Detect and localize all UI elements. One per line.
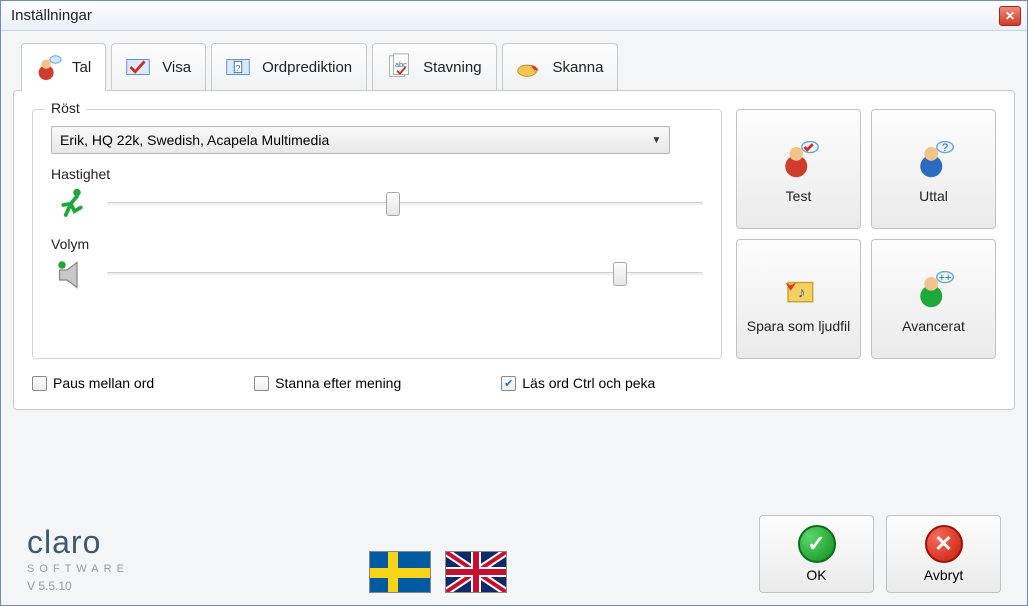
button-label: Avbryt <box>924 567 963 583</box>
prediction-icon: ? <box>222 51 254 83</box>
display-check-icon <box>122 51 154 83</box>
title-bar: Inställningar ✕ <box>1 1 1027 31</box>
cancel-x-icon: ✕ <box>925 525 963 563</box>
checkbox-row: Paus mellan ord Stanna efter mening ✔ Lä… <box>32 369 996 391</box>
checkbox-label: Stanna efter mening <box>275 375 401 391</box>
tab-visa[interactable]: Visa <box>111 43 206 91</box>
checkbox-icon <box>254 376 269 391</box>
button-label: Spara som ljudfil <box>747 318 851 334</box>
tab-label: Skanna <box>553 59 604 76</box>
button-label: Avancerat <box>902 318 965 334</box>
ok-button[interactable]: ✓ OK <box>759 515 874 593</box>
person-question-icon: ? <box>910 134 958 182</box>
voice-legend: Röst <box>45 100 86 116</box>
person-plus-icon: ++ <box>910 264 958 312</box>
spelling-icon: abc <box>383 51 415 83</box>
tab-label: Tal <box>72 59 91 76</box>
advanced-button[interactable]: ++ Avancerat <box>871 239 996 359</box>
checkbox-icon <box>32 376 47 391</box>
tab-panel: Tal Visa <box>13 43 1015 507</box>
button-label: Uttal <box>919 188 948 204</box>
flag-english[interactable] <box>445 551 507 593</box>
tab-skanna[interactable]: Skanna <box>502 43 619 91</box>
brand-sub: SOFTWARE <box>27 563 129 575</box>
speed-label: Hastighet <box>51 166 703 182</box>
read-ctrl-checkbox[interactable]: ✔ Läs ord Ctrl och peka <box>501 375 655 391</box>
volume-slider[interactable] <box>107 264 703 286</box>
tab-row: Tal Visa <box>13 43 1015 91</box>
save-audio-icon: ♪ <box>775 264 823 312</box>
side-buttons: Test ? Uttal <box>736 109 996 359</box>
close-button[interactable]: ✕ <box>999 6 1021 26</box>
uttal-button[interactable]: ? Uttal <box>871 109 996 229</box>
slider-thumb[interactable] <box>613 262 627 286</box>
brand-version: V 5.5.10 <box>27 579 129 593</box>
stop-sentence-checkbox[interactable]: Stanna efter mening <box>254 375 401 391</box>
button-label: OK <box>806 567 826 583</box>
checkbox-icon: ✔ <box>501 376 516 391</box>
pause-words-checkbox[interactable]: Paus mellan ord <box>32 375 154 391</box>
footer: claro SOFTWARE V 5.5.10 <box>13 507 1015 593</box>
svg-text:++: ++ <box>938 272 951 284</box>
close-icon: ✕ <box>1005 9 1015 23</box>
window-title: Inställningar <box>11 7 999 24</box>
voice-selected-value: Erik, HQ 22k, Swedish, Acapela Multimedi… <box>60 132 329 148</box>
settings-window: Inställningar ✕ Tal <box>0 0 1028 606</box>
volume-label: Volym <box>51 236 703 252</box>
test-button[interactable]: Test <box>736 109 861 229</box>
speech-person-icon <box>32 51 64 83</box>
button-label: Test <box>786 188 812 204</box>
person-check-icon <box>775 134 823 182</box>
content-area: Tal Visa <box>1 31 1027 605</box>
language-flags <box>369 551 507 593</box>
chevron-down-icon: ▼ <box>651 135 661 146</box>
tab-body-tal: Röst Erik, HQ 22k, Swedish, Acapela Mult… <box>13 90 1015 410</box>
flag-swedish[interactable] <box>369 551 431 593</box>
tab-ordprediktion[interactable]: ? Ordprediktion <box>211 43 367 91</box>
brand-logo: claro <box>27 524 129 561</box>
cancel-button[interactable]: ✕ Avbryt <box>886 515 1001 593</box>
checkbox-label: Läs ord Ctrl och peka <box>522 375 655 391</box>
scan-icon <box>513 51 545 83</box>
voice-fieldset: Röst Erik, HQ 22k, Swedish, Acapela Mult… <box>32 109 722 359</box>
svg-text:?: ? <box>236 63 241 73</box>
svg-text:?: ? <box>941 142 947 154</box>
svg-text:♪: ♪ <box>797 285 805 302</box>
voice-select[interactable]: Erik, HQ 22k, Swedish, Acapela Multimedi… <box>51 126 670 154</box>
save-audio-button[interactable]: ♪ Spara som ljudfil <box>736 239 861 359</box>
speaker-icon <box>51 254 93 296</box>
running-person-icon <box>51 184 93 226</box>
checkbox-label: Paus mellan ord <box>53 375 154 391</box>
tab-tal[interactable]: Tal <box>21 43 106 91</box>
tab-stavning[interactable]: abc Stavning <box>372 43 496 91</box>
speed-slider[interactable] <box>107 194 703 216</box>
tab-label: Stavning <box>423 59 481 76</box>
tab-label: Visa <box>162 59 191 76</box>
tab-label: Ordprediktion <box>262 59 352 76</box>
brand-block: claro SOFTWARE V 5.5.10 <box>27 524 129 593</box>
slider-thumb[interactable] <box>386 192 400 216</box>
ok-check-icon: ✓ <box>798 525 836 563</box>
